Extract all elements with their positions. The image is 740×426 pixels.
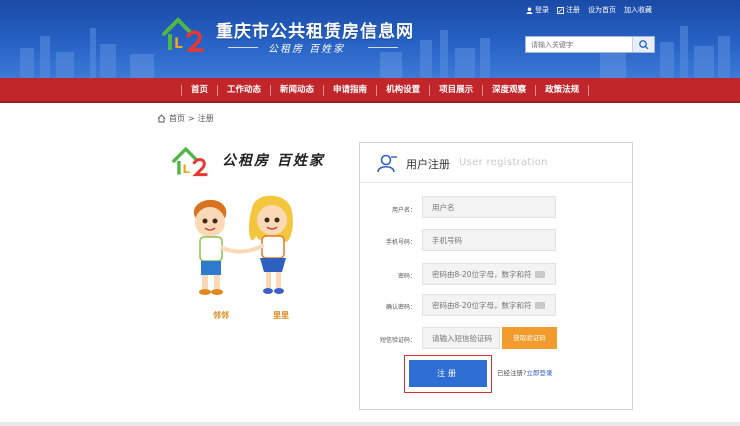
login-hint: 已经注册?立即登录 xyxy=(497,367,552,377)
login-hint-text: 已经注册? xyxy=(497,369,527,377)
edit-icon xyxy=(557,6,564,14)
nav-item-organization[interactable]: 机构设置 xyxy=(377,78,429,103)
username-field[interactable] xyxy=(422,196,556,218)
breadcrumb-home[interactable]: 首页 xyxy=(169,113,185,124)
add-favorite-link[interactable]: 加入收藏 xyxy=(624,5,652,15)
search-input[interactable] xyxy=(526,37,632,52)
nav-item-home[interactable]: 首页 xyxy=(182,78,217,103)
home-icon xyxy=(157,114,166,123)
phone-field[interactable] xyxy=(422,229,556,251)
slogan-text: 公租房 百姓家 xyxy=(268,44,346,55)
phone-label: 手机号码： xyxy=(385,239,416,246)
breadcrumb-separator: > xyxy=(188,114,195,123)
svg-text:L: L xyxy=(174,36,183,52)
sms-code-field[interactable] xyxy=(422,327,500,349)
mascot-name-right: 里里 xyxy=(273,311,289,320)
login-link[interactable]: 立即登录 xyxy=(526,369,552,377)
nav-item-work-news[interactable]: 工作动态 xyxy=(218,78,270,103)
register-button[interactable]: 注册 xyxy=(409,360,487,387)
add-user-icon xyxy=(377,154,397,173)
confirm-password-label: 确认密码： xyxy=(385,304,416,311)
password-label: 密码： xyxy=(397,273,416,280)
site-header: L 重庆市公共租赁房信息网 公租房 百姓家 登录 注册 设为首页 加入收藏 xyxy=(0,0,740,78)
svg-text:L: L xyxy=(182,162,190,176)
keyboard-icon[interactable] xyxy=(535,302,545,309)
search-icon xyxy=(639,40,649,50)
main-nav: 首页 工作动态 新闻动态 申请指南 机构设置 项目展示 深度观察 政策法规 xyxy=(0,78,740,103)
site-title: 重庆市公共租赁房信息网 xyxy=(216,22,414,42)
nav-item-policies[interactable]: 政策法规 xyxy=(536,78,588,103)
sms-code-label: 短信验证码： xyxy=(379,337,416,344)
top-links: 登录 注册 设为首页 加入收藏 xyxy=(526,5,652,15)
slogan-line-left xyxy=(228,47,258,48)
header-slogan: 公租房 百姓家 xyxy=(228,40,408,55)
nav-item-in-depth[interactable]: 深度观察 xyxy=(483,78,535,103)
footer-divider xyxy=(0,422,740,426)
login-top-link[interactable]: 登录 xyxy=(526,5,549,15)
register-top-link-label: 注册 xyxy=(566,6,580,14)
search-button[interactable] xyxy=(632,37,654,52)
get-sms-code-button[interactable]: 获取验证码 xyxy=(502,327,557,349)
search-box xyxy=(525,36,655,53)
mascot-name-left: 邻邻 xyxy=(213,311,229,320)
breadcrumb-current: 注册 xyxy=(197,114,214,123)
nav-item-projects[interactable]: 项目展示 xyxy=(430,78,482,103)
keyboard-icon[interactable] xyxy=(535,271,545,278)
login-top-link-label: 登录 xyxy=(535,6,549,14)
promo-logo-icon: L xyxy=(172,146,208,177)
nav-item-news[interactable]: 新闻动态 xyxy=(271,78,323,103)
breadcrumb: 首页 > 注册 xyxy=(157,113,214,124)
nav-item-apply-guide[interactable]: 申请指南 xyxy=(324,78,376,103)
nav-separator xyxy=(588,85,590,96)
set-homepage-link[interactable]: 设为首页 xyxy=(588,5,616,15)
nav-items: 首页 工作动态 新闻动态 申请指南 机构设置 项目展示 深度观察 政策法规 xyxy=(181,78,590,103)
username-label: 用户名： xyxy=(391,207,416,214)
user-icon xyxy=(526,6,533,14)
promo-slogan: 公租房 百姓家 xyxy=(222,153,325,169)
mascot-illustration xyxy=(193,195,293,295)
slogan-line-right xyxy=(368,47,398,48)
registration-title: 用户注册 xyxy=(406,158,450,171)
site-logo-icon: L xyxy=(162,17,204,52)
registration-panel-header: 用户注册 User registration xyxy=(360,143,632,183)
registration-title-en: User registration xyxy=(459,157,548,168)
register-top-link[interactable]: 注册 xyxy=(557,5,580,15)
